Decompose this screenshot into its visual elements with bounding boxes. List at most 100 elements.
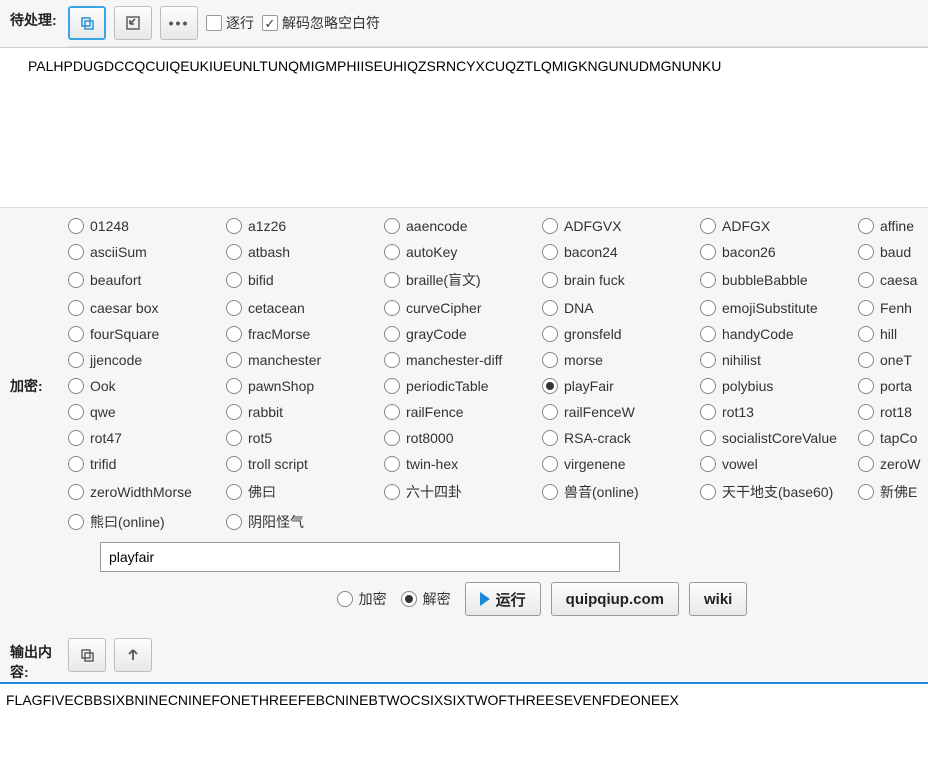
cipher-radio[interactable]: bubbleBabble [700, 268, 858, 292]
radio-dot-icon [384, 378, 400, 394]
copy-icon-button[interactable] [68, 6, 106, 40]
cipher-radio[interactable]: vowel [700, 454, 858, 474]
cipher-radio[interactable]: railFence [384, 402, 542, 422]
cipher-radio[interactable]: porta [858, 376, 928, 396]
output-textarea[interactable]: FLAGFIVECBBSIXBNINECNINEFONETHREEFEBCNIN… [0, 682, 928, 728]
radio-dot-icon [68, 352, 84, 368]
cipher-radio[interactable]: socialistCoreValue [700, 428, 858, 448]
cipher-radio[interactable]: grayCode [384, 324, 542, 344]
cipher-radio[interactable]: Fenh [858, 298, 928, 318]
radio-dot-icon [226, 514, 242, 530]
run-button-label: 运行 [496, 589, 526, 610]
cipher-radio[interactable]: bacon24 [542, 242, 700, 262]
cipher-radio[interactable]: pawnShop [226, 376, 384, 396]
cipher-radio[interactable]: handyCode [700, 324, 858, 344]
radio-dot-icon [700, 352, 716, 368]
cipher-radio-label: autoKey [406, 244, 457, 260]
more-icon-button[interactable]: ••• [160, 6, 198, 40]
mode-encrypt-radio[interactable]: 加密 [337, 587, 387, 611]
cipher-radio-label: caesar box [90, 300, 158, 316]
cipher-radio[interactable]: hill [858, 324, 928, 344]
cipher-radio[interactable]: rot18 [858, 402, 928, 422]
cipher-radio[interactable]: asciiSum [68, 242, 226, 262]
cipher-radio[interactable]: twin-hex [384, 454, 542, 474]
cipher-radio[interactable]: brain fuck [542, 268, 700, 292]
cipher-radio[interactable]: ADFGX [700, 216, 858, 236]
cipher-radio[interactable]: polybius [700, 376, 858, 396]
cipher-radio-label: tapCo [880, 430, 917, 446]
key-input[interactable] [100, 542, 620, 572]
cipher-radio[interactable]: caesar box [68, 298, 226, 318]
radio-dot-icon [68, 244, 84, 260]
cipher-radio[interactable]: jjencode [68, 350, 226, 370]
cipher-radio[interactable]: rot5 [226, 428, 384, 448]
cipher-radio[interactable]: cetacean [226, 298, 384, 318]
cipher-radio[interactable]: caesa [858, 268, 928, 292]
cipher-radio[interactable]: manchester [226, 350, 384, 370]
cipher-radio[interactable]: oneT [858, 350, 928, 370]
radio-dot-icon [68, 218, 84, 234]
cipher-radio[interactable]: rot8000 [384, 428, 542, 448]
input-textarea[interactable]: PALHPDUGDCCQCUIQEUKIUEUNLTUNQMIGMPHIISEU… [0, 47, 928, 207]
cipher-radio[interactable]: bacon26 [700, 242, 858, 262]
cipher-radio[interactable]: railFenceW [542, 402, 700, 422]
cipher-radio[interactable]: affine [858, 216, 928, 236]
cipher-radio[interactable]: 熊曰(online) [68, 510, 226, 534]
cipher-radio[interactable]: 兽音(online) [542, 480, 700, 504]
cipher-radio[interactable]: 六十四卦 [384, 480, 542, 504]
cipher-radio[interactable]: rot13 [700, 402, 858, 422]
cipher-radio[interactable]: aaencode [384, 216, 542, 236]
radio-dot-icon [226, 430, 242, 446]
cipher-radio-label: 熊曰(online) [90, 512, 165, 532]
cipher-radio[interactable]: 01248 [68, 216, 226, 236]
line-by-line-checkbox[interactable]: 逐行 [206, 13, 254, 33]
cipher-radio[interactable]: fracMorse [226, 324, 384, 344]
copy-output-button[interactable] [68, 638, 106, 672]
radio-dot-icon [542, 378, 558, 394]
cipher-radio[interactable]: autoKey [384, 242, 542, 262]
cipher-radio[interactable]: rot47 [68, 428, 226, 448]
cipher-radio[interactable]: a1z26 [226, 216, 384, 236]
cipher-radio[interactable]: manchester-diff [384, 350, 542, 370]
radio-dot-icon [700, 272, 716, 288]
cipher-radio[interactable]: nihilist [700, 350, 858, 370]
cipher-radio[interactable]: rabbit [226, 402, 384, 422]
cipher-radio[interactable]: 阴阳怪气 [226, 510, 384, 534]
cipher-radio[interactable]: bifid [226, 268, 384, 292]
cipher-radio[interactable]: fourSquare [68, 324, 226, 344]
cipher-radio[interactable]: Ook [68, 376, 226, 396]
run-button[interactable]: 运行 [465, 582, 541, 616]
import-icon-button[interactable] [114, 6, 152, 40]
cipher-radio[interactable]: tapCo [858, 428, 928, 448]
cipher-radio[interactable]: curveCipher [384, 298, 542, 318]
cipher-radio[interactable]: zeroW [858, 454, 928, 474]
cipher-radio[interactable]: RSA-crack [542, 428, 700, 448]
cipher-radio[interactable]: trifid [68, 454, 226, 474]
cipher-radio[interactable]: 天干地支(base60) [700, 480, 858, 504]
cipher-radio[interactable]: emojiSubstitute [700, 298, 858, 318]
cipher-radio[interactable]: 新佛E [858, 480, 928, 504]
cipher-radio[interactable]: morse [542, 350, 700, 370]
cipher-radio[interactable]: beaufort [68, 268, 226, 292]
cipher-radio[interactable]: ADFGVX [542, 216, 700, 236]
quipqiup-label: quipqiup.com [566, 591, 664, 608]
mode-decrypt-radio[interactable]: 解密 [401, 587, 451, 611]
ignore-whitespace-checkbox[interactable]: 解码忽略空白符 [262, 13, 380, 33]
cipher-radio[interactable]: virgenene [542, 454, 700, 474]
cipher-radio[interactable]: gronsfeld [542, 324, 700, 344]
quipqiup-button[interactable]: quipqiup.com [551, 582, 679, 616]
cipher-radio[interactable]: periodicTable [384, 376, 542, 396]
cipher-radio[interactable]: baud [858, 242, 928, 262]
wiki-button[interactable]: wiki [689, 582, 747, 616]
cipher-radio[interactable]: DNA [542, 298, 700, 318]
cipher-radio[interactable]: 佛曰 [226, 480, 384, 504]
cipher-radio[interactable]: playFair [542, 376, 700, 396]
cipher-radio[interactable]: atbash [226, 242, 384, 262]
send-up-button[interactable] [114, 638, 152, 672]
cipher-radio[interactable]: qwe [68, 402, 226, 422]
cipher-radio[interactable]: troll script [226, 454, 384, 474]
radio-dot-icon [384, 244, 400, 260]
cipher-radio[interactable]: zeroWidthMorse [68, 480, 226, 504]
radio-dot-icon [384, 404, 400, 420]
cipher-radio[interactable]: braille(盲文) [384, 268, 542, 292]
